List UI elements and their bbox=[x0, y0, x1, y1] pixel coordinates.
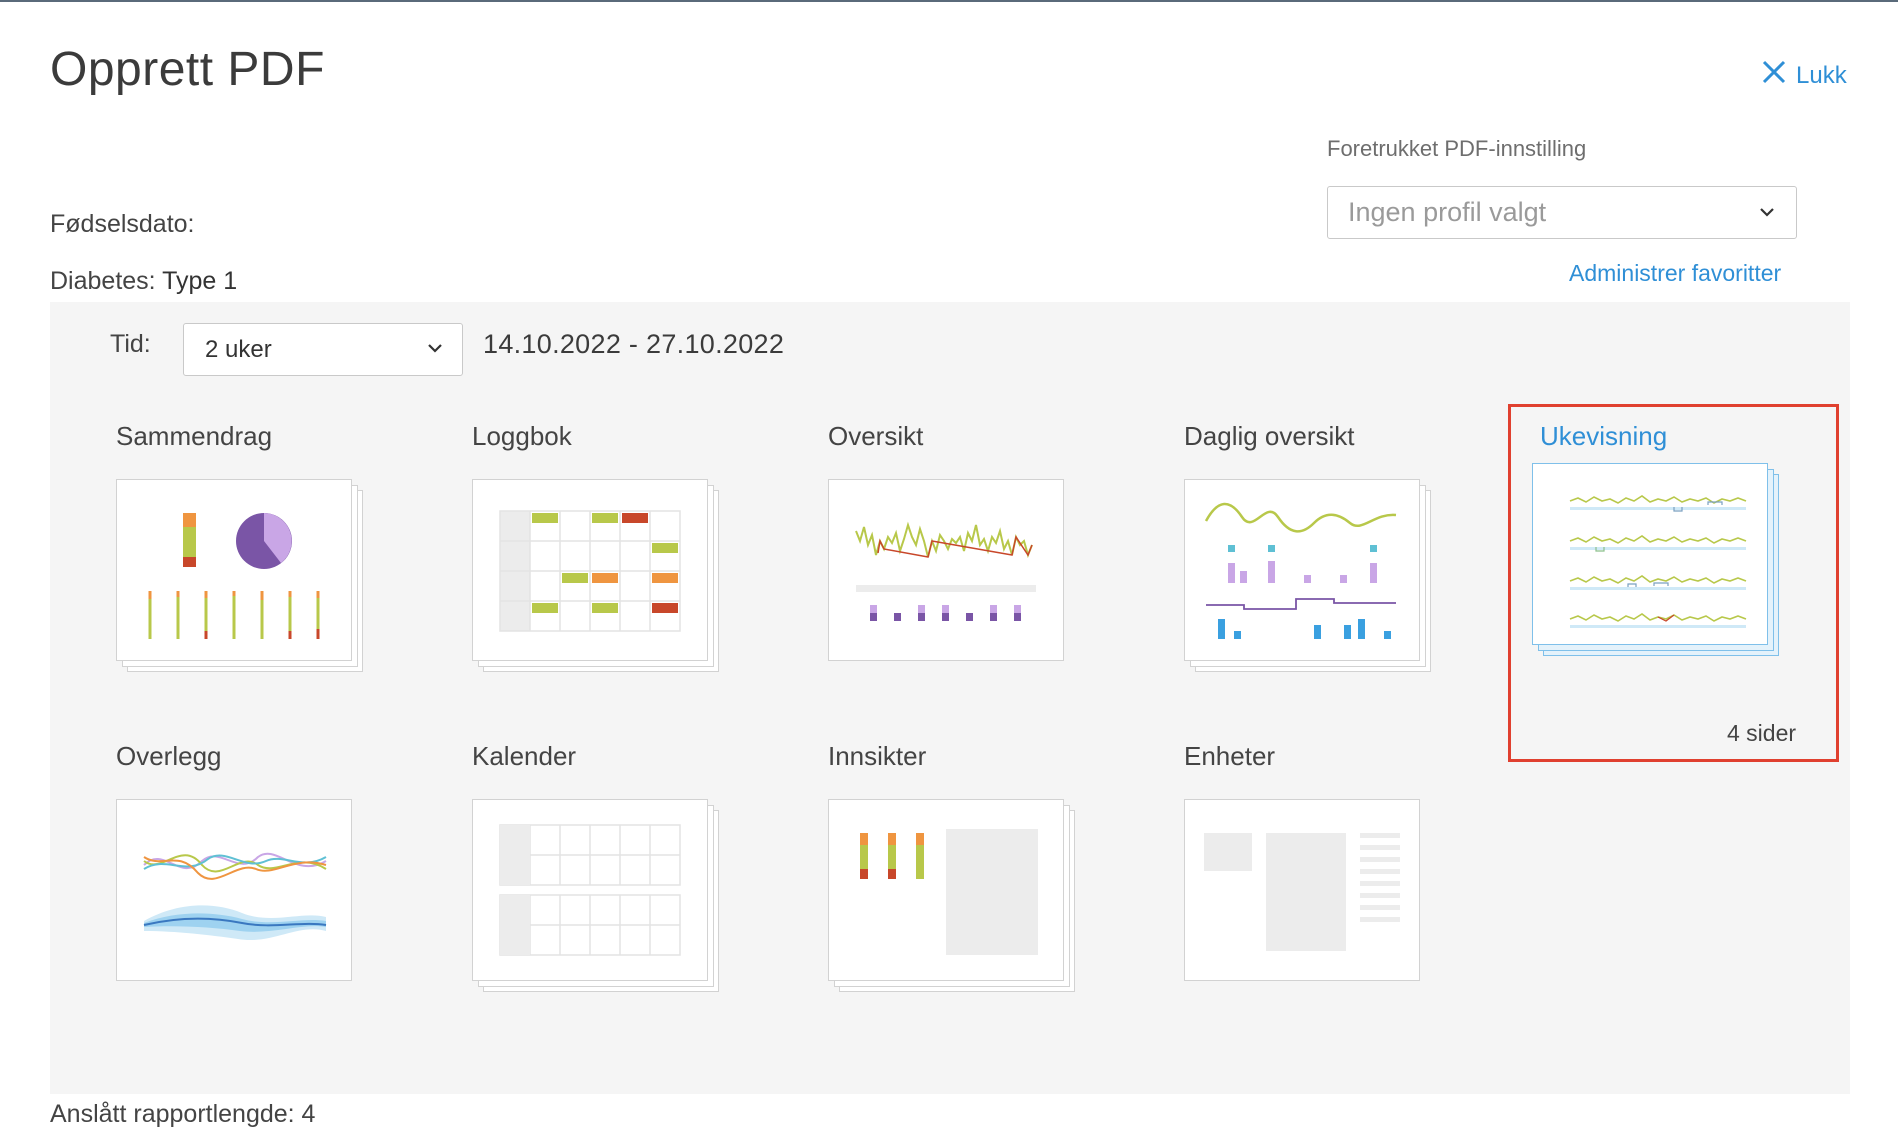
profile-select-value: Ingen profil valgt bbox=[1348, 197, 1547, 227]
date-of-birth-label: Fødselsdato: bbox=[50, 210, 195, 238]
time-period-value: 2 uker bbox=[205, 335, 272, 363]
diabetes-value: Type 1 bbox=[162, 267, 238, 295]
diabetes-label: Diabetes: bbox=[50, 267, 156, 295]
report-card-overlegg[interactable] bbox=[116, 799, 356, 984]
report-label-oversikt: Oversikt bbox=[828, 421, 924, 451]
summary-thumbnail bbox=[148, 513, 320, 639]
close-label: Lukk bbox=[1796, 61, 1847, 89]
chevron-down-icon bbox=[426, 336, 444, 364]
daily-overview-thumbnail bbox=[1204, 502, 1397, 639]
report-label-enheter: Enheter bbox=[1184, 741, 1276, 771]
insights-thumbnail bbox=[860, 829, 1038, 955]
close-button[interactable]: Lukk bbox=[1760, 58, 1847, 93]
overview-thumbnail bbox=[855, 521, 1036, 621]
diabetes-type: Diabetes: Type 1 bbox=[50, 267, 237, 296]
report-label-loggbok: Loggbok bbox=[472, 421, 572, 451]
profile-select[interactable]: Ingen profil valgt bbox=[1327, 186, 1797, 239]
page-count: 4 sider bbox=[1727, 720, 1797, 746]
selected-report-highlight bbox=[1508, 404, 1839, 762]
report-label-sammendrag: Sammendrag bbox=[116, 421, 273, 451]
logbook-thumbnail bbox=[499, 510, 681, 632]
devices-thumbnail bbox=[1204, 833, 1400, 951]
top-border bbox=[0, 0, 1898, 2]
report-card-enheter[interactable] bbox=[1184, 799, 1424, 984]
report-card-innsikter[interactable] bbox=[828, 799, 1075, 992]
dialog-title: Opprett PDF bbox=[50, 43, 325, 96]
time-period-select[interactable]: 2 uker bbox=[183, 323, 463, 376]
calendar-thumbnail bbox=[499, 824, 681, 956]
time-label: Tid: bbox=[110, 330, 151, 358]
report-label-daglig-oversikt: Daglig oversikt bbox=[1184, 421, 1355, 451]
report-label-overlegg: Overlegg bbox=[116, 741, 222, 771]
preferred-pdf-setting-label: Foretrukket PDF-innstilling bbox=[1327, 136, 1587, 161]
report-card-sammendrag[interactable] bbox=[116, 479, 363, 672]
estimated-report-length: Anslått rapportlengde: 4 bbox=[50, 1100, 316, 1128]
chevron-down-icon bbox=[1758, 197, 1776, 228]
date-range: 14.10.2022 - 27.10.2022 bbox=[483, 329, 785, 359]
report-card-daglig-oversikt[interactable] bbox=[1184, 479, 1431, 672]
manage-favorites-link[interactable]: Administrer favoritter bbox=[1569, 260, 1781, 287]
report-card-kalender[interactable] bbox=[472, 799, 719, 992]
report-label-innsikter: Innsikter bbox=[828, 741, 927, 771]
report-card-oversikt[interactable] bbox=[828, 479, 1068, 664]
overlay-thumbnail bbox=[143, 852, 327, 941]
close-icon bbox=[1760, 58, 1788, 93]
report-label-kalender: Kalender bbox=[472, 741, 577, 771]
report-card-loggbok[interactable] bbox=[472, 479, 719, 672]
